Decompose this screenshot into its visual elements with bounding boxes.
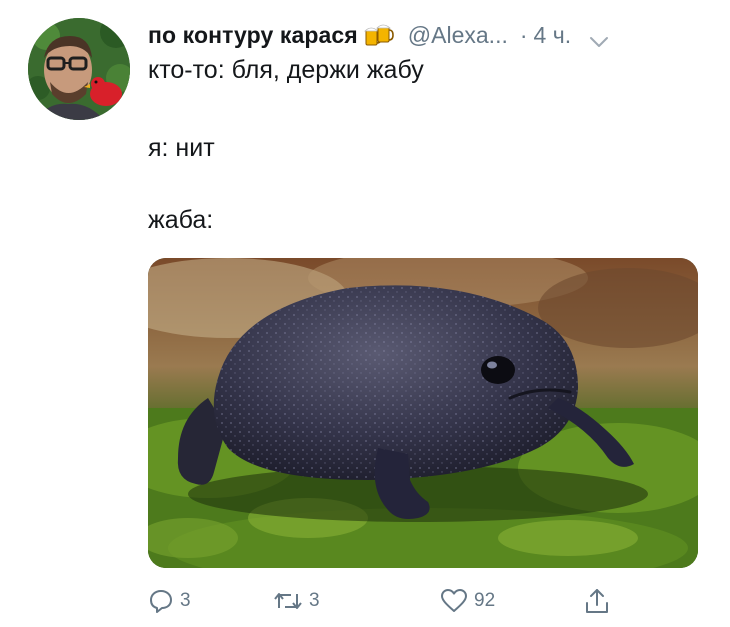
reply-button[interactable]: 3 [148, 584, 191, 618]
share-icon [584, 587, 610, 615]
timestamp[interactable]: 4 ч. [534, 22, 572, 49]
tweet-photo[interactable] [148, 258, 698, 568]
tweet-text-line-2: я: нит [148, 134, 215, 162]
share-button[interactable] [584, 584, 610, 618]
heart-icon [440, 588, 468, 614]
tweet-header: по контуру карася @Alexa... · 4 ч. [148, 18, 609, 52]
chevron-down-icon[interactable] [589, 28, 609, 47]
display-name[interactable]: по контуру карася [148, 22, 358, 49]
tweet[interactable]: по контуру карася @Alexa... · 4 ч. кто-т… [0, 0, 730, 627]
avatar[interactable] [28, 18, 130, 120]
like-count: 92 [474, 590, 496, 611]
retweet-button[interactable]: 3 [273, 584, 320, 618]
tweet-actions: 3 3 92 [148, 584, 628, 618]
separator-dot: · [519, 21, 528, 48]
retweet-icon [273, 588, 303, 614]
beer-mugs-icon [363, 22, 394, 48]
reply-count: 3 [180, 590, 191, 611]
like-button[interactable]: 92 [440, 584, 495, 618]
reply-icon [148, 588, 174, 614]
user-handle[interactable]: @Alexa... [408, 22, 508, 49]
tweet-text-line-1: кто-то: бля, держи жабу [148, 56, 424, 84]
retweet-count: 3 [309, 590, 320, 611]
tweet-text-line-3: жаба: [148, 206, 214, 234]
